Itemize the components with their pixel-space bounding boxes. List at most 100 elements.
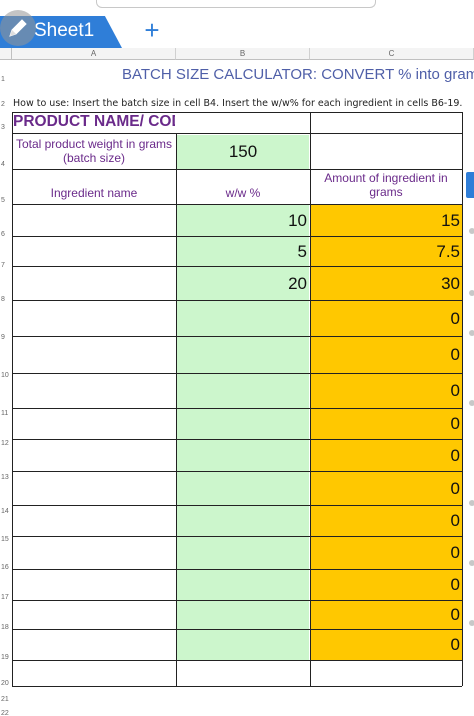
ingredient-name-cell[interactable] [13, 337, 176, 373]
amount-cell[interactable]: 0 [311, 374, 462, 408]
row-resize-dot[interactable] [469, 560, 474, 566]
row-border [12, 133, 462, 134]
amount-cell[interactable]: 0 [311, 337, 462, 373]
selection-handle[interactable] [466, 172, 474, 198]
row-header-4[interactable]: 4 [0, 161, 12, 168]
row-header-20[interactable]: 20 [0, 680, 12, 687]
column-header-c[interactable]: C [310, 48, 474, 60]
row-header-21[interactable]: 21 [0, 696, 12, 703]
row-resize-dot[interactable] [469, 400, 474, 406]
row-border [12, 439, 462, 440]
row-border [12, 300, 462, 301]
amount-cell[interactable]: 0 [311, 537, 462, 569]
row-header-13[interactable]: 13 [0, 474, 12, 481]
ingredient-name-cell[interactable] [13, 205, 176, 236]
row-header-19[interactable]: 19 [0, 654, 12, 661]
row-border [12, 600, 462, 601]
amount-cell[interactable]: 0 [311, 472, 462, 505]
ww-cell[interactable] [177, 440, 309, 471]
ww-cell[interactable] [177, 472, 309, 505]
formula-bar-edge[interactable] [96, 0, 376, 8]
amount-cell[interactable]: 15 [311, 205, 462, 236]
row-header-17[interactable]: 17 [0, 594, 12, 601]
amount-cell[interactable]: 30 [311, 267, 462, 300]
amount-cell[interactable]: 0 [311, 506, 462, 536]
how-to-cell[interactable]: How to use: Insert the batch size in cel… [13, 98, 474, 110]
ww-cell[interactable] [177, 601, 309, 629]
row-header-3[interactable]: 3 [0, 124, 12, 131]
row-header-16[interactable]: 16 [0, 564, 12, 571]
select-all-corner[interactable] [0, 48, 12, 60]
ingredient-name-cell[interactable] [13, 537, 176, 569]
ww-cell[interactable]: 5 [177, 237, 309, 266]
row-resize-dot[interactable] [469, 620, 474, 626]
ww-cell[interactable] [177, 537, 309, 569]
amount-cell[interactable]: 0 [311, 630, 462, 660]
ingredient-name-cell[interactable] [13, 374, 176, 408]
row-header-9[interactable]: 9 [0, 334, 12, 341]
row-resize-dot[interactable] [469, 330, 474, 336]
row-header-5[interactable]: 5 [0, 197, 12, 204]
total-weight-label-cell[interactable]: Total product weight in grams (batch siz… [14, 137, 174, 169]
ingredient-name-cell[interactable] [13, 409, 176, 439]
title-cell[interactable]: BATCH SIZE CALCULATOR: CONVERT % into gr… [122, 66, 474, 86]
column-border [12, 112, 13, 686]
row-header-7[interactable]: 7 [0, 262, 12, 269]
amount-cell[interactable]: 0 [311, 409, 462, 439]
tab-sheet1-label: Sheet1 [34, 20, 95, 41]
row-header-14[interactable]: 14 [0, 508, 12, 515]
amount-header[interactable]: Amount of ingredient in grams [312, 171, 460, 203]
column-header-b[interactable]: B [176, 48, 310, 60]
row-header-15[interactable]: 15 [0, 536, 12, 543]
row-header-6[interactable]: 6 [0, 231, 12, 238]
amount-cell[interactable]: 0 [311, 301, 462, 336]
ingredient-name-cell[interactable] [13, 301, 176, 336]
row-header-2[interactable]: 2 [0, 101, 12, 108]
row-header-22[interactable]: 22 [0, 710, 12, 716]
ww-cell[interactable]: 10 [177, 205, 309, 236]
add-sheet-button[interactable]: + [140, 16, 164, 44]
row-border [12, 236, 462, 237]
column-header-a[interactable]: A [12, 48, 176, 60]
row-header-1[interactable]: 1 [0, 76, 12, 83]
ingredient-name-cell[interactable] [13, 506, 176, 536]
column-border [176, 133, 177, 686]
ingredient-name-cell[interactable] [13, 237, 176, 266]
ingredient-name-cell[interactable] [13, 440, 176, 471]
ingredient-name-header[interactable]: Ingredient name [13, 186, 175, 202]
ww-cell[interactable] [177, 506, 309, 536]
ww-cell[interactable] [177, 570, 309, 600]
row-header-10[interactable]: 10 [0, 372, 12, 379]
ww-cell[interactable] [177, 409, 309, 439]
row-border [12, 204, 462, 205]
batch-size-cell[interactable]: 150 [177, 135, 309, 169]
ww-cell[interactable]: 20 [177, 267, 309, 300]
ww-cell[interactable] [177, 374, 309, 408]
row-resize-dot[interactable] [469, 500, 474, 506]
row-header-8[interactable]: 8 [0, 296, 12, 303]
amount-cell[interactable]: 0 [311, 601, 462, 629]
ww-cell[interactable] [177, 301, 309, 336]
ingredient-name-cell[interactable] [13, 601, 176, 629]
row-resize-dot[interactable] [469, 290, 474, 296]
ingredient-name-cell[interactable] [13, 472, 176, 505]
edit-pen-button[interactable] [0, 10, 36, 46]
row-header-11[interactable]: 11 [0, 410, 12, 417]
row-border [12, 569, 462, 570]
row-border [12, 471, 462, 472]
ingredient-name-cell[interactable] [13, 630, 176, 660]
ww-percent-header[interactable]: w/w % [177, 186, 309, 202]
amount-cell[interactable]: 0 [311, 440, 462, 471]
ww-cell[interactable] [177, 337, 309, 373]
product-name-cell[interactable]: PRODUCT NAME/ CODE [13, 113, 175, 133]
row-border [12, 408, 462, 409]
ingredient-name-cell[interactable] [13, 267, 176, 300]
ww-cell[interactable] [177, 630, 309, 660]
row-resize-dot[interactable] [469, 228, 474, 234]
row-header-18[interactable]: 18 [0, 624, 12, 631]
row-header-12[interactable]: 12 [0, 440, 12, 447]
row-border [12, 686, 462, 687]
amount-cell[interactable]: 0 [311, 570, 462, 600]
amount-cell[interactable]: 7.5 [311, 237, 462, 266]
ingredient-name-cell[interactable] [13, 570, 176, 600]
